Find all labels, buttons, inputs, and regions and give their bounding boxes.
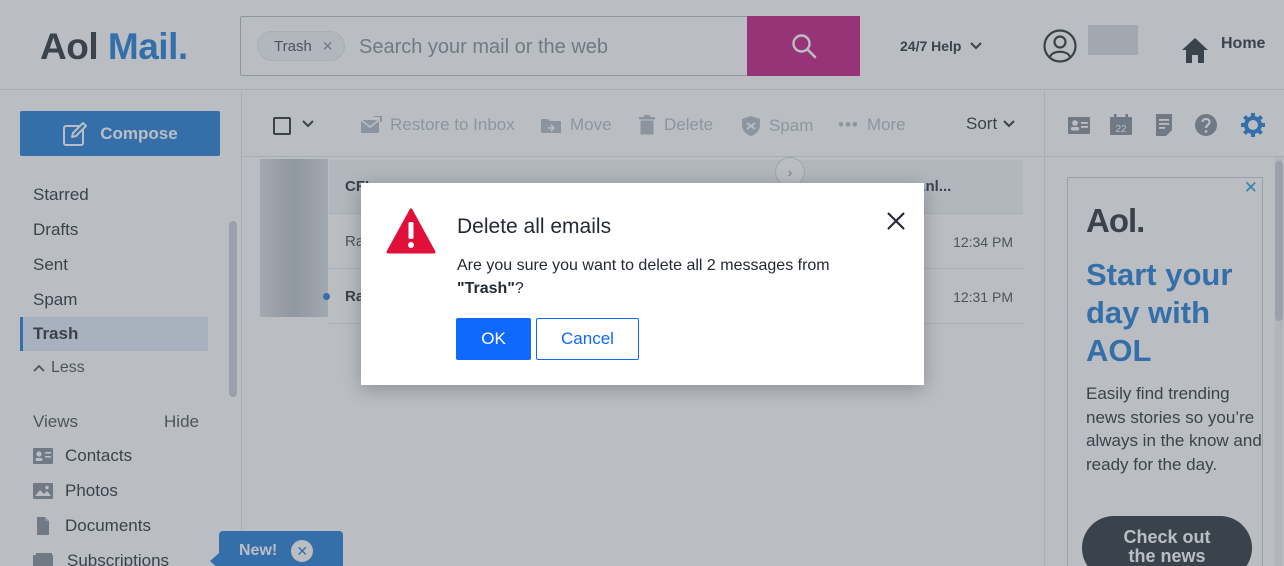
close-icon[interactable] [885, 210, 907, 232]
dialog-folder-name: "Trash" [457, 280, 515, 297]
ok-button[interactable]: OK [456, 318, 531, 360]
dialog-message: Are you sure you want to delete all 2 me… [457, 254, 877, 300]
aol-mail-app: Aol Mail. Trash ✕ 24/7 Help [0, 0, 1284, 566]
delete-all-dialog: Delete all emails Are you sure you want … [361, 183, 924, 385]
dialog-message-text: Are you sure you want to delete all 2 me… [457, 257, 830, 274]
cancel-button[interactable]: Cancel [536, 318, 639, 360]
warning-icon [386, 208, 436, 254]
dialog-message-suffix: ? [514, 280, 524, 297]
dialog-title: Delete all emails [457, 215, 612, 238]
